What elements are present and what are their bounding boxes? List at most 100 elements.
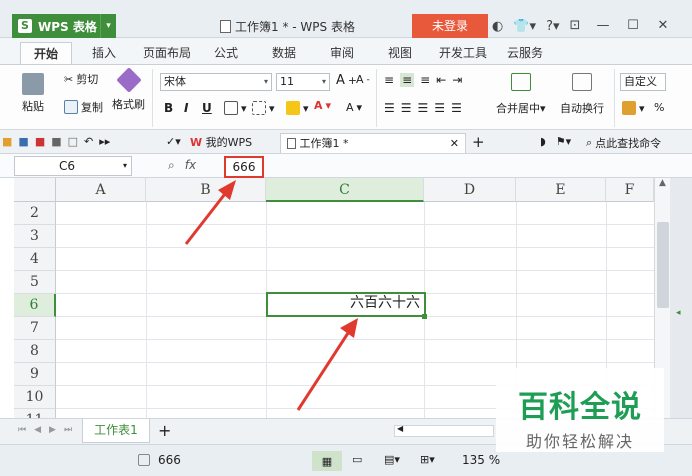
paste-button[interactable]: 粘贴 (22, 73, 44, 114)
next-sheet-icon[interactable]: ▶ (49, 425, 56, 435)
help-button[interactable]: ?▾ (546, 19, 559, 34)
row-header[interactable]: 9 (14, 363, 56, 386)
page-layout-view-button[interactable]: ▭ (352, 453, 362, 466)
bold-button[interactable]: B (164, 101, 173, 115)
shirt-icon[interactable]: 👕▾ (513, 19, 536, 34)
row-header[interactable]: 2 (14, 202, 56, 225)
merge-center-button[interactable]: 合并居中▾ (496, 73, 546, 116)
tab-data[interactable]: 数据 (264, 42, 304, 64)
print-preview-icon[interactable]: □ (68, 135, 78, 148)
normal-view-button[interactable]: ▦ (312, 451, 342, 471)
zoom-level[interactable]: 135 % (462, 453, 500, 467)
scroll-left-icon[interactable]: ◀ (397, 424, 403, 433)
tab-insert[interactable]: 插入 (82, 42, 126, 64)
format-painter-button[interactable]: 格式刷 (112, 67, 145, 112)
align-bottom-icon[interactable]: ≡ (420, 73, 430, 87)
tab-view[interactable]: 视图 (380, 42, 420, 64)
open-folder-icon[interactable]: ■ (2, 135, 12, 148)
sheet-tab-1[interactable]: 工作表1 (82, 419, 150, 443)
fx-label[interactable]: ⌕ fx (168, 158, 196, 173)
maximize-button[interactable]: ☐ (620, 14, 646, 38)
column-header-b[interactable]: B (146, 178, 266, 202)
font-name-select[interactable]: 宋体 ▾ (160, 73, 272, 91)
tab-page-layout[interactable]: 页面布局 (136, 42, 198, 64)
add-sheet-button[interactable]: + (158, 421, 171, 440)
fill-color-button[interactable]: ▾ (286, 101, 309, 115)
active-cell-c6[interactable]: 六百六十六 (266, 292, 426, 317)
zoom-search-icon[interactable]: ⌕ (168, 158, 175, 172)
row-header[interactable]: 10 (14, 386, 56, 409)
borders-button[interactable]: ▾ (224, 101, 247, 115)
close-tab-icon[interactable]: ✕ (450, 134, 459, 154)
indent-decrease-icon[interactable]: ⇤ (436, 73, 446, 87)
font-color-button[interactable]: A ▾ (314, 99, 331, 112)
tab-review[interactable]: 审阅 (322, 42, 362, 64)
app-menu-button[interactable]: S WPS 表格 ▾ (12, 14, 116, 38)
restore-ribbon-icon[interactable]: ⊡ (562, 14, 588, 38)
row-header[interactable]: 4 (14, 248, 56, 271)
grow-font-button[interactable]: A + (336, 73, 357, 88)
clear-format-button[interactable]: A ▾ (346, 101, 362, 114)
tab-workbook[interactable]: 工作簿1 * ✕ (280, 133, 466, 153)
tab-developer[interactable]: 开发工具 (432, 42, 494, 64)
row-header[interactable]: 5 (14, 271, 56, 294)
flag-icon[interactable]: ⚑▾ (556, 135, 571, 148)
name-box[interactable]: C6 ▾ (14, 156, 132, 176)
align-middle-icon[interactable]: ≡ (400, 73, 415, 87)
prev-sheet-icon[interactable]: ◀ (34, 425, 41, 435)
italic-button[interactable]: I (184, 101, 188, 115)
align-left-icon[interactable]: ☰ (384, 101, 395, 115)
align-top-icon[interactable]: ≡ (384, 73, 394, 87)
close-button[interactable]: ✕ (650, 14, 676, 38)
more-icon[interactable]: ▸▸ (99, 135, 110, 148)
first-sheet-icon[interactable]: ⏮ (18, 425, 26, 435)
align-right-icon[interactable]: ☰ (418, 101, 429, 115)
row-header[interactable]: 8 (14, 340, 56, 363)
column-header-e[interactable]: E (516, 178, 606, 202)
view-icon[interactable]: ◗ (540, 135, 546, 148)
column-header-c[interactable]: C (266, 178, 424, 202)
export-pdf-icon[interactable]: ■ (35, 135, 45, 148)
page-break-view-button[interactable]: ▤▾ (384, 453, 400, 466)
tab-home[interactable]: 开始 (20, 42, 72, 64)
cell-style-button[interactable]: ▾ (252, 101, 275, 115)
chevron-down-icon[interactable]: ▾ (100, 14, 116, 38)
tab-cloud[interactable]: 云服务 (500, 42, 550, 64)
tab-formulas[interactable]: 公式 (206, 42, 246, 64)
minimize-button[interactable]: — (590, 14, 616, 38)
undo-icon[interactable]: ↶ (84, 135, 93, 148)
cut-button[interactable]: ✂ 剪切 (64, 71, 98, 87)
font-size-select[interactable]: 11 ▾ (276, 73, 330, 91)
select-all-corner[interactable] (14, 178, 56, 202)
shrink-font-button[interactable]: A- (356, 73, 370, 86)
last-sheet-icon[interactable]: ⏭ (64, 425, 72, 435)
row-header[interactable]: 11 (14, 409, 56, 418)
reading-mode-button[interactable]: ⊞▾ (420, 453, 435, 466)
formula-input[interactable]: 666 (224, 156, 264, 178)
save-icon[interactable]: ■ (18, 135, 28, 148)
row-header[interactable]: 7 (14, 317, 56, 340)
new-tab-button[interactable]: + (472, 133, 485, 151)
row-header[interactable]: 3 (14, 225, 56, 248)
horizontal-scrollbar[interactable]: ◀ (394, 424, 494, 437)
fill-handle[interactable] (422, 314, 427, 319)
underline-button[interactable]: U (202, 101, 212, 115)
command-search[interactable]: ⌕ 点此查找命令 (586, 135, 661, 151)
skin-icon[interactable]: ◐ (492, 19, 503, 34)
expand-panel-icon[interactable]: ◂ (676, 308, 681, 318)
number-format-select[interactable]: 自定义 (620, 73, 666, 91)
currency-button[interactable]: ▾ (622, 101, 645, 115)
indent-increase-icon[interactable]: ⇥ (452, 73, 462, 87)
scroll-up-icon[interactable]: ▲ (655, 178, 670, 188)
column-header-a[interactable]: A (56, 178, 146, 202)
percent-button[interactable]: % (654, 101, 664, 114)
copy-button[interactable]: 复制 (64, 99, 103, 115)
pin-icon[interactable]: ✓▾ (166, 135, 181, 148)
distributed-icon[interactable]: ☰ (451, 101, 462, 115)
wrap-text-button[interactable]: 自动换行 (560, 73, 604, 116)
print-icon[interactable]: ■ (51, 135, 61, 148)
column-header-d[interactable]: D (424, 178, 516, 202)
row-header-active[interactable]: 6 (14, 294, 56, 317)
justify-icon[interactable]: ☰ (434, 101, 445, 115)
tab-my-wps[interactable]: W 我的WPS (184, 133, 276, 153)
